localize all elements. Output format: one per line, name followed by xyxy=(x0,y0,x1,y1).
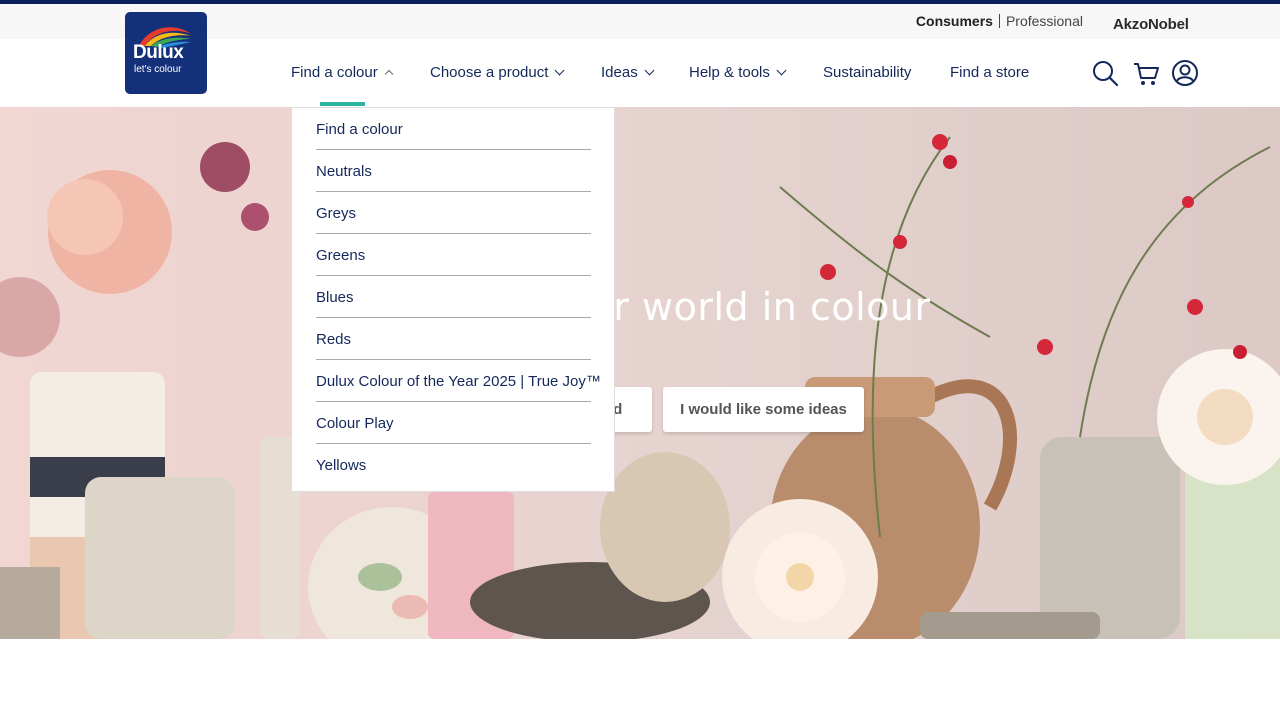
dropdown-item-greys[interactable]: Greys xyxy=(316,192,591,234)
chevron-down-icon xyxy=(554,65,565,76)
logo-brand: Dulux xyxy=(133,42,184,63)
dulux-logo[interactable]: Dulux let's colour xyxy=(125,12,207,94)
hero-image xyxy=(0,134,1280,639)
nav-label: Sustainability xyxy=(823,64,912,81)
dropdown-item-colour-play[interactable]: Colour Play xyxy=(316,402,591,444)
dropdown-item-neutrals[interactable]: Neutrals xyxy=(316,150,591,192)
chevron-down-icon xyxy=(776,65,787,76)
akzonobel-logo[interactable]: AkzoNobel xyxy=(1113,16,1189,33)
consumers-link[interactable]: Consumers xyxy=(916,13,993,29)
nav-ideas[interactable]: Ideas xyxy=(601,64,655,81)
professional-link[interactable]: Professional xyxy=(1006,13,1083,29)
dropdown-item-greens[interactable]: Greens xyxy=(316,234,591,276)
hero-banner: our world in colour ind I would like som… xyxy=(0,107,1280,639)
ideas-cta-button[interactable]: I would like some ideas xyxy=(663,387,864,432)
nav-find-a-store[interactable]: Find a store xyxy=(950,64,1029,81)
audience-switcher: Consumers Professional xyxy=(916,13,1083,29)
nav-label: Find a store xyxy=(950,64,1030,81)
nav-help-and-tools[interactable]: Help & tools xyxy=(689,64,787,81)
nav-label: Choose a product xyxy=(430,64,549,81)
nav-sustainability[interactable]: Sustainability xyxy=(823,64,911,81)
active-nav-indicator xyxy=(320,102,365,106)
chevron-down-icon xyxy=(644,65,655,76)
chevron-up-icon xyxy=(384,69,393,79)
logo-tagline: let's colour xyxy=(134,64,182,75)
nav-choose-a-product[interactable]: Choose a product xyxy=(430,64,565,81)
cart-icon[interactable] xyxy=(1132,59,1160,87)
nav-label: Find a colour xyxy=(291,64,378,81)
find-a-colour-dropdown: Find a colour Neutrals Greys Greens Blue… xyxy=(291,107,615,492)
hero-title: our world in colour xyxy=(565,285,931,329)
user-account-icon[interactable] xyxy=(1171,59,1199,87)
dropdown-item-blues[interactable]: Blues xyxy=(316,276,591,318)
nav-label: Help & tools xyxy=(689,64,770,81)
separator xyxy=(998,14,1000,28)
search-icon[interactable] xyxy=(1091,59,1119,87)
dropdown-list: Find a colour Neutrals Greys Greens Blue… xyxy=(316,108,601,486)
dropdown-item-find-a-colour[interactable]: Find a colour xyxy=(316,108,591,150)
nav-label: Ideas xyxy=(601,64,638,81)
dropdown-item-yellows[interactable]: Yellows xyxy=(316,444,591,486)
nav-find-a-colour[interactable]: Find a colour xyxy=(291,64,393,81)
dropdown-item-reds[interactable]: Reds xyxy=(316,318,591,360)
dropdown-item-colour-of-the-year[interactable]: Dulux Colour of the Year 2025 | True Joy… xyxy=(316,360,601,402)
